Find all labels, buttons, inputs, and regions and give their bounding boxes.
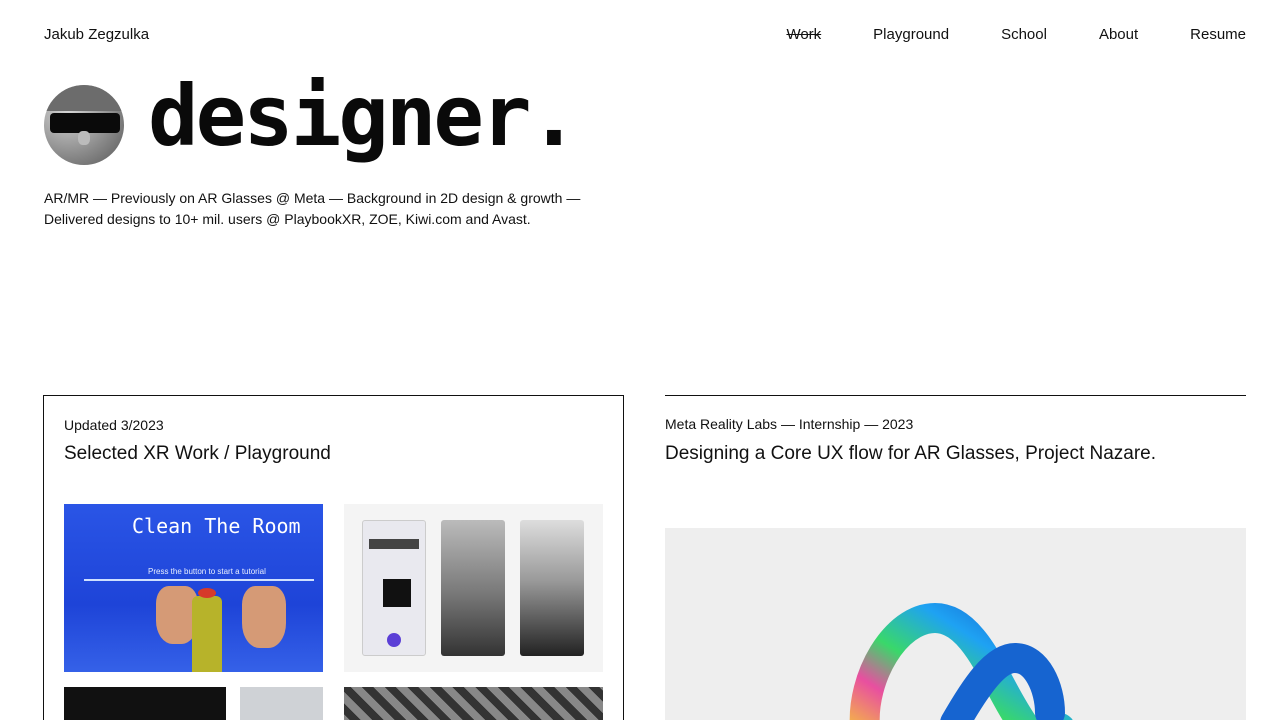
avatar-hair [44, 85, 124, 111]
thumb-subtitle: Press the button to start a tutorial [148, 567, 266, 576]
preview-shape [383, 579, 411, 607]
brand-home-link[interactable]: Jakub Zegzulka [44, 26, 149, 43]
project-card-xr-work[interactable]: Updated 3/2023 Selected XR Work / Playgr… [43, 395, 624, 720]
page-title: designer. [148, 67, 579, 165]
thumb-phone-screens[interactable] [344, 504, 603, 672]
card-title: Selected XR Work / Playground [64, 443, 331, 464]
avatar-face [78, 131, 90, 145]
nav-item-school[interactable]: School [1001, 26, 1047, 43]
phone-screen-mirror [520, 520, 584, 656]
thumb-clean-the-room[interactable]: Clean The Room Press the button to start… [64, 504, 323, 672]
avatar [44, 85, 124, 165]
avatar-glasses [50, 113, 120, 133]
cylinder-shape [192, 596, 222, 672]
red-button-shape [198, 588, 216, 598]
thumb-headset[interactable] [64, 687, 226, 720]
nav-item-about[interactable]: About [1099, 26, 1138, 43]
card-title-meta[interactable]: Designing a Core UX flow for AR Glasses,… [665, 443, 1156, 465]
phone-screen-clothes [441, 520, 505, 656]
nav-item-work[interactable]: Work [786, 26, 821, 43]
right-hand-shape [242, 586, 286, 648]
meta-logo-icon [849, 602, 1073, 720]
thumb-user[interactable] [240, 687, 323, 720]
meta-logo-image[interactable] [665, 528, 1246, 720]
card-meta-meta: Meta Reality Labs — Internship — 2023 [665, 416, 914, 432]
nav-item-resume[interactable]: Resume [1190, 26, 1246, 43]
check-icon [387, 633, 401, 647]
bio-text: AR/MR — Previously on AR Glasses @ Meta … [44, 190, 581, 227]
thumb-title: Clean The Room [132, 514, 301, 538]
card-top-rule [665, 395, 1246, 396]
thumb-checkerboard[interactable] [344, 687, 603, 720]
phone-screen-ui [362, 520, 426, 656]
top-nav: Work Playground School About Resume [786, 26, 1246, 43]
card-meta: Updated 3/2023 [64, 417, 164, 433]
app-bar-shape [369, 539, 419, 549]
nav-item-playground[interactable]: Playground [873, 26, 949, 43]
divider-line [84, 579, 314, 581]
